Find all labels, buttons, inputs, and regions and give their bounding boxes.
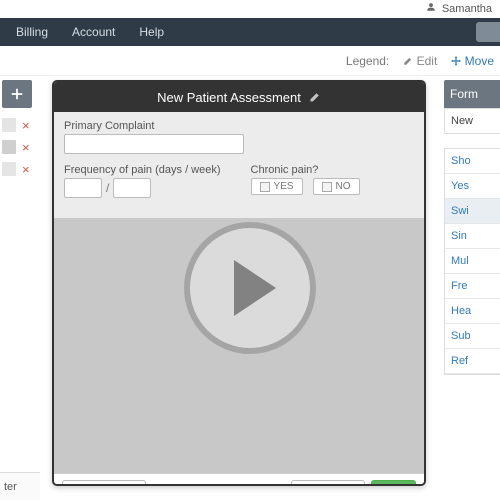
navbar: Billing Account Help xyxy=(0,18,500,46)
remove-icon[interactable]: × xyxy=(22,162,30,177)
frequency-field: Frequency of pain (days / week) / xyxy=(64,164,221,198)
user-icon xyxy=(426,3,439,15)
search-stub[interactable] xyxy=(476,22,500,42)
frequency-days-input[interactable] xyxy=(64,178,102,198)
move-icon xyxy=(451,56,461,66)
remove-icon[interactable]: × xyxy=(22,140,30,155)
form-header: New Patient Assessment xyxy=(54,82,424,112)
form-top: Primary Complaint Frequency of pain (day… xyxy=(54,112,424,219)
plus-icon xyxy=(10,87,24,101)
list-item[interactable]: × xyxy=(0,114,40,136)
remove-icon[interactable]: × xyxy=(22,118,30,133)
right-list-item[interactable]: Sub xyxy=(445,324,500,349)
nav-billing[interactable]: Billing xyxy=(4,18,60,46)
chronic-label: Chronic pain? xyxy=(251,164,360,176)
play-overlay[interactable] xyxy=(184,222,316,354)
pencil-icon[interactable] xyxy=(309,91,321,103)
frequency-label: Frequency of pain (days / week) xyxy=(64,164,221,176)
chronic-field: Chronic pain? YES NO xyxy=(251,164,360,198)
right-list: ShoYesSwiSinMulFreHeaSubRef xyxy=(444,148,500,375)
options-button[interactable]: Options▲ xyxy=(62,480,146,487)
nav-account[interactable]: Account xyxy=(60,18,127,46)
right-new-box[interactable]: New xyxy=(444,108,500,134)
form-title: New Patient Assessment xyxy=(157,90,301,105)
chronic-no-button[interactable]: NO xyxy=(313,178,360,195)
right-list-item[interactable]: Sho xyxy=(445,149,500,174)
legend-move: Move xyxy=(451,54,494,68)
add-button[interactable] xyxy=(2,80,32,108)
slash-separator: / xyxy=(106,181,109,195)
left-footer[interactable]: ter xyxy=(0,472,40,500)
play-icon xyxy=(234,260,276,316)
nav-help[interactable]: Help xyxy=(127,18,176,46)
topbar: Samantha xyxy=(0,0,500,18)
right-list-item[interactable]: Ref xyxy=(445,349,500,374)
checkbox-icon xyxy=(260,182,270,192)
right-header: Form xyxy=(444,80,500,108)
primary-complaint-label: Primary Complaint xyxy=(64,120,414,132)
save-as-button[interactable]: Save as xyxy=(291,480,365,487)
primary-complaint-field: Primary Complaint xyxy=(64,120,414,154)
user-name[interactable]: Samantha xyxy=(442,3,492,15)
workarea: × × × ter New Patient Assessment Primary… xyxy=(0,76,500,500)
legend-label: Legend: xyxy=(346,54,389,68)
save-button[interactable]: Save xyxy=(371,480,416,487)
left-column: × × × ter xyxy=(0,76,40,500)
list-item[interactable]: × xyxy=(0,158,40,180)
chronic-yes-button[interactable]: YES xyxy=(251,178,303,195)
legend-bar: Legend: Edit Move xyxy=(0,46,500,76)
right-list-item[interactable]: Sin xyxy=(445,224,500,249)
right-list-item[interactable]: Fre xyxy=(445,274,500,299)
checkbox-icon xyxy=(322,182,332,192)
right-list-item[interactable]: Hea xyxy=(445,299,500,324)
form-footer: Options▲ Save as Save xyxy=(54,473,424,486)
right-list-item[interactable]: Mul xyxy=(445,249,500,274)
primary-complaint-input[interactable] xyxy=(64,134,244,154)
pencil-icon xyxy=(403,56,413,66)
right-list-item[interactable]: Yes xyxy=(445,174,500,199)
legend-edit: Edit xyxy=(403,54,437,68)
list-item[interactable]: × xyxy=(0,136,40,158)
right-column: Form New ShoYesSwiSinMulFreHeaSubRef xyxy=(444,80,500,375)
frequency-week-input[interactable] xyxy=(113,178,151,198)
right-list-item[interactable]: Swi xyxy=(445,199,500,224)
